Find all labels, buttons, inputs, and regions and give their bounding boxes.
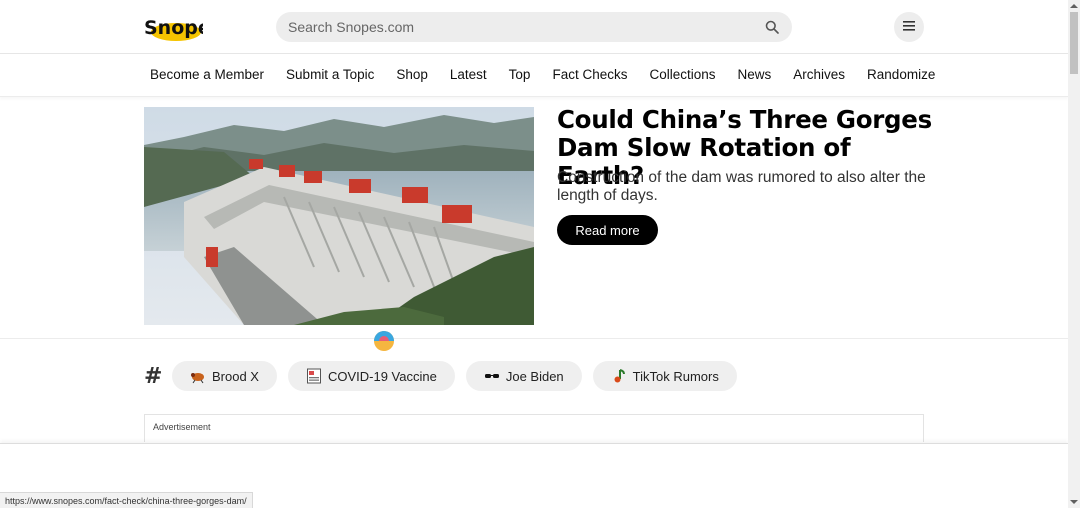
search-bar[interactable] bbox=[276, 12, 792, 42]
scroll-up-arrow-icon[interactable] bbox=[1068, 0, 1080, 12]
featured-subtitle: Construction of the dam was rumored to a… bbox=[557, 169, 926, 204]
nav-become-a-member[interactable]: Become a Member bbox=[150, 67, 264, 82]
colorful-bubble-icon bbox=[373, 330, 395, 352]
status-url: https://www.snopes.com/fact-check/china-… bbox=[5, 495, 247, 506]
nav-shop[interactable]: Shop bbox=[396, 67, 428, 82]
main-nav: Become a Member Submit a Topic Shop Late… bbox=[0, 55, 1068, 97]
music-note-icon bbox=[611, 368, 627, 384]
tag-brood-x[interactable]: Brood X bbox=[172, 361, 277, 391]
scroll-down-arrow-icon[interactable] bbox=[1068, 496, 1080, 508]
nav-archives[interactable]: Archives bbox=[793, 67, 845, 82]
nav-latest[interactable]: Latest bbox=[450, 67, 487, 82]
sunglasses-icon bbox=[484, 368, 500, 384]
browser-status-bar: https://www.snopes.com/fact-check/china-… bbox=[0, 492, 253, 508]
search-input[interactable] bbox=[288, 19, 764, 35]
hamburger-menu-icon bbox=[903, 18, 915, 36]
section-divider bbox=[0, 338, 1068, 339]
tag-label: TikTok Rumors bbox=[632, 368, 719, 384]
cicada-icon bbox=[190, 368, 206, 384]
nav-randomize[interactable]: Randomize bbox=[867, 67, 935, 82]
svg-text:Snopes: Snopes bbox=[144, 17, 203, 39]
advertisement-label: Advertisement bbox=[153, 422, 211, 432]
tag-label: Joe Biden bbox=[505, 368, 564, 384]
nav-news[interactable]: News bbox=[738, 67, 772, 82]
tag-label: COVID-19 Vaccine bbox=[327, 368, 437, 384]
read-more-button[interactable]: Read more bbox=[557, 215, 658, 245]
tag-label: Brood X bbox=[212, 368, 259, 384]
nav-collections[interactable]: Collections bbox=[649, 67, 715, 82]
menu-button[interactable] bbox=[894, 12, 924, 42]
tag-covid-19-vaccine[interactable]: COVID-19 Vaccine bbox=[287, 361, 455, 391]
vaccine-card-icon bbox=[306, 368, 322, 384]
tag-tiktok-rumors[interactable]: TikTok Rumors bbox=[592, 361, 737, 391]
nav-submit-a-topic[interactable]: Submit a Topic bbox=[286, 67, 374, 82]
trending-tags: Brood X COVID-19 Vaccine Joe Biden TikTo… bbox=[172, 361, 748, 391]
advertisement-container: Advertisement bbox=[144, 414, 924, 442]
nav-items: Become a Member Submit a Topic Shop Late… bbox=[150, 67, 935, 82]
search-icon[interactable] bbox=[764, 19, 780, 35]
site-header: Snopes bbox=[0, 0, 1068, 54]
snopes-logo[interactable]: Snopes bbox=[143, 11, 203, 43]
tag-joe-biden[interactable]: Joe Biden bbox=[465, 361, 582, 391]
nav-top[interactable]: Top bbox=[509, 67, 531, 82]
nav-fact-checks[interactable]: Fact Checks bbox=[552, 67, 627, 82]
vertical-scrollbar[interactable] bbox=[1068, 0, 1080, 508]
hashtag-symbol: # bbox=[144, 364, 163, 389]
scrollbar-thumb[interactable] bbox=[1070, 12, 1078, 74]
featured-image[interactable] bbox=[144, 107, 534, 325]
